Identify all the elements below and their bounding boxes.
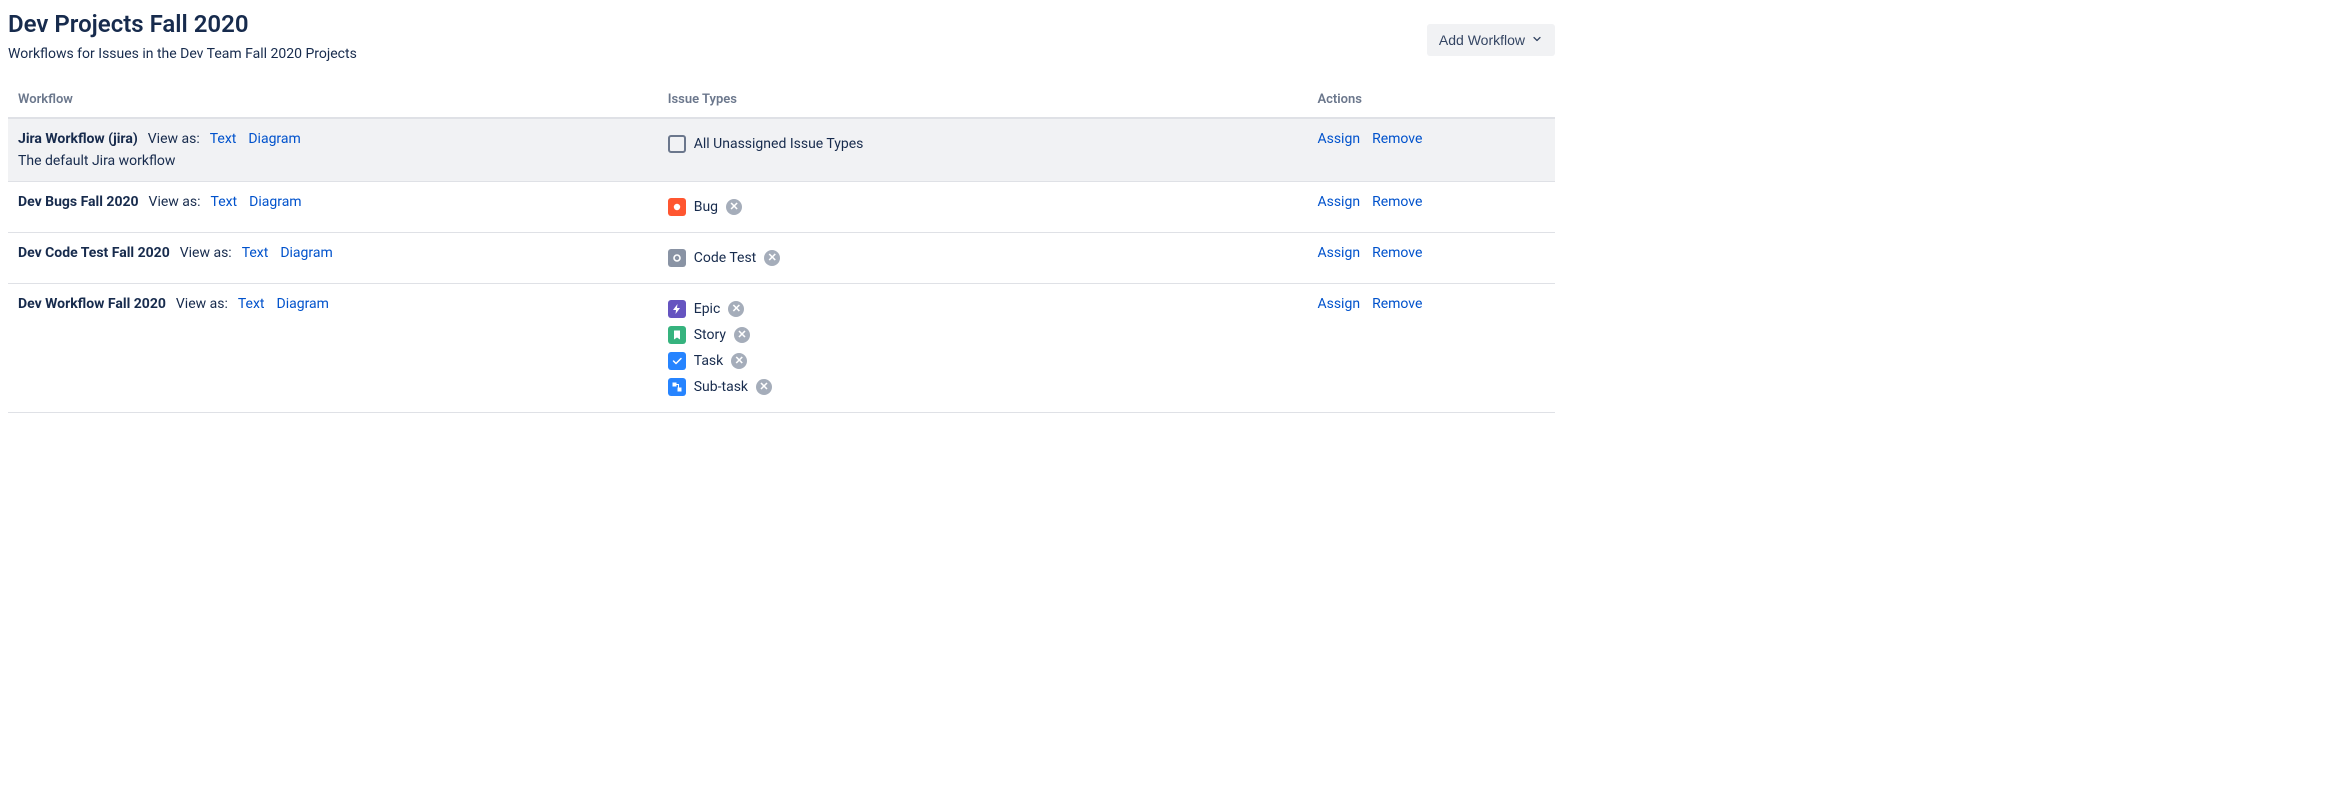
remove-link[interactable]: Remove bbox=[1372, 245, 1422, 261]
workflow-name: Jira Workflow (jira) bbox=[18, 131, 138, 147]
remove-issue-type-icon[interactable]: ✕ bbox=[734, 327, 750, 343]
issue-type: Sub-task ✕ bbox=[668, 374, 1298, 400]
issue-type-label: Code Test bbox=[694, 250, 757, 266]
view-as-label: View as: bbox=[148, 131, 200, 147]
table-row: Dev Bugs Fall 2020 View as: Text Diagram Bug… bbox=[8, 182, 1555, 233]
view-as-diagram-link[interactable]: Diagram bbox=[277, 296, 329, 312]
issue-type-label: Epic bbox=[694, 301, 721, 317]
assign-link[interactable]: Assign bbox=[1317, 131, 1360, 147]
chevron-down-icon bbox=[1531, 32, 1543, 48]
issue-type: Story ✕ bbox=[668, 322, 1298, 348]
page-description: Workflows for Issues in the Dev Team Fal… bbox=[8, 46, 357, 62]
issue-type: Epic ✕ bbox=[668, 296, 1298, 322]
workflow-name: Dev Workflow Fall 2020 bbox=[18, 296, 166, 312]
view-as-label: View as: bbox=[149, 194, 201, 210]
workflow-name: Dev Code Test Fall 2020 bbox=[18, 245, 170, 261]
remove-issue-type-icon[interactable]: ✕ bbox=[756, 379, 772, 395]
issue-type-label: Sub-task bbox=[694, 379, 748, 395]
view-as-diagram-link[interactable]: Diagram bbox=[249, 194, 301, 210]
epic-icon bbox=[668, 300, 686, 318]
view-as-text-link[interactable]: Text bbox=[211, 194, 238, 210]
bug-icon bbox=[668, 198, 686, 216]
col-header-issue-types: Issue Types bbox=[658, 82, 1308, 118]
add-workflow-label: Add Workflow bbox=[1439, 32, 1525, 48]
remove-issue-type-icon[interactable]: ✕ bbox=[728, 301, 744, 317]
remove-issue-type-icon[interactable]: ✕ bbox=[731, 353, 747, 369]
assign-link[interactable]: Assign bbox=[1317, 296, 1360, 312]
workflow-name: Dev Bugs Fall 2020 bbox=[18, 194, 139, 210]
table-row: Dev Code Test Fall 2020 View as: Text Diagr… bbox=[8, 233, 1555, 284]
issue-type-label: Bug bbox=[694, 199, 718, 215]
add-workflow-button[interactable]: Add Workflow bbox=[1427, 24, 1555, 56]
issue-type: Task ✕ bbox=[668, 348, 1298, 374]
subtask-icon bbox=[668, 378, 686, 396]
issue-type: Code Test ✕ bbox=[668, 245, 1298, 271]
issue-type: All Unassigned Issue Types bbox=[668, 131, 1298, 157]
view-as-diagram-link[interactable]: Diagram bbox=[248, 131, 300, 147]
view-as-text-link[interactable]: Text bbox=[238, 296, 265, 312]
assign-link[interactable]: Assign bbox=[1317, 245, 1360, 261]
issue-type-label: All Unassigned Issue Types bbox=[694, 136, 864, 152]
view-as-label: View as: bbox=[180, 245, 232, 261]
workflows-table: Workflow Issue Types Actions Jira Workfl… bbox=[8, 82, 1555, 413]
col-header-workflow: Workflow bbox=[8, 82, 658, 118]
story-icon bbox=[668, 326, 686, 344]
view-as-text-link[interactable]: Text bbox=[210, 131, 237, 147]
issue-type: Bug ✕ bbox=[668, 194, 1298, 220]
col-header-actions: Actions bbox=[1307, 82, 1555, 118]
view-as-diagram-link[interactable]: Diagram bbox=[280, 245, 332, 261]
code-test-icon bbox=[668, 249, 686, 267]
assign-link[interactable]: Assign bbox=[1317, 194, 1360, 210]
remove-link[interactable]: Remove bbox=[1372, 194, 1422, 210]
page-title: Dev Projects Fall 2020 bbox=[8, 10, 357, 38]
unassigned-icon bbox=[668, 135, 686, 153]
remove-issue-type-icon[interactable]: ✕ bbox=[726, 199, 742, 215]
table-row: Dev Workflow Fall 2020 View as: Text Diagra… bbox=[8, 284, 1555, 413]
remove-link[interactable]: Remove bbox=[1372, 296, 1422, 312]
view-as-text-link[interactable]: Text bbox=[242, 245, 269, 261]
remove-link[interactable]: Remove bbox=[1372, 131, 1422, 147]
workflow-subtitle: The default Jira workflow bbox=[18, 153, 648, 169]
issue-type-label: Task bbox=[694, 353, 724, 369]
view-as-label: View as: bbox=[176, 296, 228, 312]
table-row: Jira Workflow (jira) View as: Text Diagram T… bbox=[8, 118, 1555, 182]
task-icon bbox=[668, 352, 686, 370]
issue-type-label: Story bbox=[694, 327, 726, 343]
remove-issue-type-icon[interactable]: ✕ bbox=[764, 250, 780, 266]
